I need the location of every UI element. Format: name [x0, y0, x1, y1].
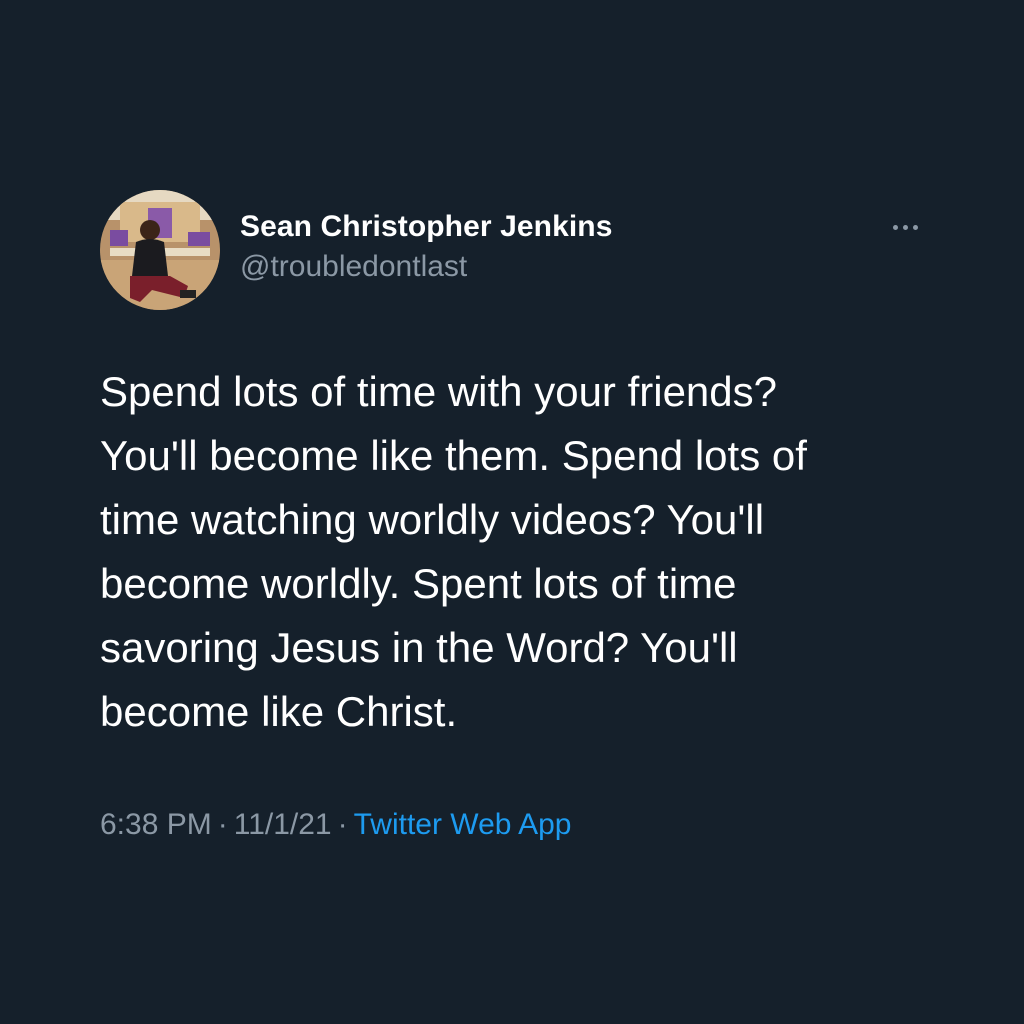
tweet-text-line: You'll become like them. Spend lots of	[100, 432, 807, 479]
tweet-meta: 6:38 PM · 11/1/21 · Twitter Web App	[100, 805, 572, 845]
tweet-card: Sean Christopher Jenkins @troubledontlas…	[0, 0, 1024, 1024]
avatar[interactable]	[100, 190, 220, 310]
meta-separator: ·	[337, 808, 348, 841]
tweet-time[interactable]: 6:38 PM	[100, 808, 212, 841]
more-dot	[892, 224, 898, 230]
more-dot	[912, 224, 918, 230]
tweet-text-line: become worldly. Spent lots of time	[100, 560, 737, 607]
tweet-text-line: savoring Jesus in the Word? You'll	[100, 624, 738, 671]
tweet-source-link[interactable]: Twitter Web App	[354, 808, 572, 841]
more-dot	[902, 224, 908, 230]
tweet-author: Sean Christopher Jenkins @troubledontlas…	[240, 207, 613, 287]
author-display-name[interactable]: Sean Christopher Jenkins	[240, 207, 613, 247]
meta-separator: ·	[217, 808, 228, 841]
tweet-date[interactable]: 11/1/21	[234, 808, 332, 841]
tweet-text-line: become like Christ.	[100, 688, 458, 735]
avatar-image	[100, 190, 220, 310]
more-options-icon[interactable]	[880, 212, 930, 242]
tweet-text-line: time watching worldly videos? You'll	[100, 496, 765, 543]
tweet-text-line: Spend lots of time with your friends?	[100, 368, 778, 415]
author-handle[interactable]: @troubledontlast	[240, 247, 613, 287]
tweet-text: Spend lots of time with your friends? Yo…	[100, 360, 940, 744]
